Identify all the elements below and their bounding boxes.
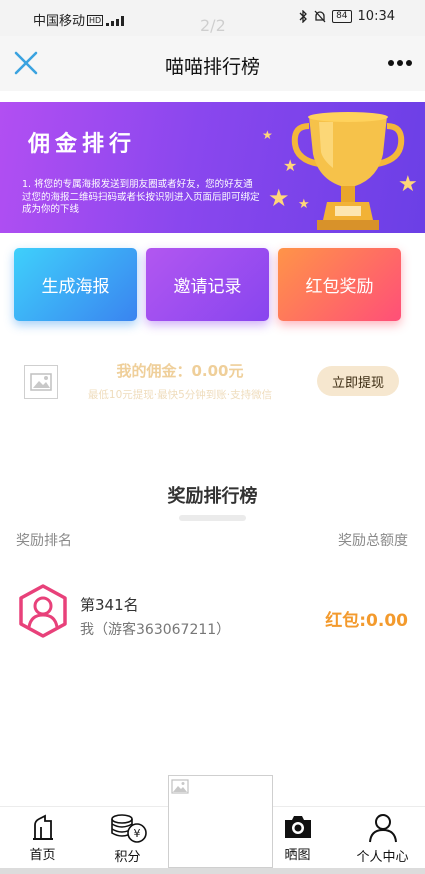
camera-icon xyxy=(284,816,311,838)
bottom-system-strip xyxy=(0,868,425,874)
carrier-name: 中国移动 xyxy=(33,14,86,29)
svg-text:¥: ¥ xyxy=(133,827,140,840)
tab-points-label: 积分 xyxy=(114,850,141,865)
carrier-info: 中国移动 HD xyxy=(33,10,128,29)
mute-bell-icon xyxy=(314,10,326,23)
withdraw-button[interactable]: 立即提现 xyxy=(317,366,399,396)
status-time: 10:34 xyxy=(357,9,395,24)
ranking-heading: 奖励排行榜 xyxy=(167,486,258,507)
coins-icon: ¥ xyxy=(110,814,147,843)
tab-share-label: 晒图 xyxy=(284,848,311,863)
my-rank-number: 第341名 xyxy=(80,596,139,614)
signal-icon xyxy=(106,16,125,26)
heading-underline xyxy=(179,515,246,521)
star-icon: ★ xyxy=(262,128,273,142)
status-bar: 中国移动 HD 2/2 84 10:34 xyxy=(0,0,425,36)
nav-bar: 喵喵排行榜 xyxy=(0,36,425,91)
red-packet-reward-button[interactable]: 红包奖励 xyxy=(278,248,401,321)
user-icon xyxy=(368,814,397,843)
broken-image-icon xyxy=(30,373,52,391)
banner-title: 佣金排行 xyxy=(28,132,137,157)
image-placeholder xyxy=(24,365,58,399)
tab-home[interactable]: 首页 xyxy=(0,807,85,869)
page-indicator: 2/2 xyxy=(200,16,226,35)
trophy-icon xyxy=(291,112,405,230)
commission-section: 我的佣金：0.00元 最低10元提现·最快5分钟到账·支持微信 立即提现 xyxy=(0,345,425,420)
my-user-name: 我（游客363067211） xyxy=(80,622,231,638)
star-icon: ★ xyxy=(268,184,290,212)
page-title: 喵喵排行榜 xyxy=(164,56,260,78)
invite-record-button[interactable]: 邀请记录 xyxy=(146,248,269,321)
bluetooth-icon xyxy=(299,10,307,23)
commission-banner: 佣金排行 1. 将您的专属海报发送到朋友圈或者好友，您的好友通过您的海报二维码扫… xyxy=(0,102,425,233)
home-icon xyxy=(32,814,53,840)
column-total-label: 奖励总额度 xyxy=(338,533,408,549)
battery-indicator: 84 xyxy=(332,10,352,23)
tab-profile[interactable]: 个人中心 xyxy=(340,807,425,869)
hd-badge: HD xyxy=(87,15,104,26)
withdraw-rule: 最低10元提现·最快5分钟到账·支持微信 xyxy=(87,389,273,401)
tab-profile-label: 个人中心 xyxy=(356,850,409,865)
my-rank-row: 第341名 我（游客363067211） 红包:0.00 xyxy=(0,578,425,648)
banner-description: 1. 将您的专属海报发送到朋友圈或者好友，您的好友通过您的海报二维码扫码或者长按… xyxy=(22,179,260,215)
tab-home-label: 首页 xyxy=(29,848,56,863)
my-reward-amount: 红包:0.00 xyxy=(325,611,408,631)
broken-image-icon xyxy=(171,779,189,794)
tab-points[interactable]: ¥ 积分 xyxy=(85,807,170,869)
user-avatar-icon xyxy=(19,584,67,638)
status-right: 84 10:34 xyxy=(299,9,395,24)
center-tab-image-placeholder[interactable] xyxy=(168,775,273,868)
column-rank-label: 奖励排名 xyxy=(16,533,72,549)
more-icon[interactable] xyxy=(385,50,415,76)
my-commission-amount: 我的佣金：0.00元 xyxy=(116,362,244,380)
generate-poster-button[interactable]: 生成海报 xyxy=(14,248,137,321)
